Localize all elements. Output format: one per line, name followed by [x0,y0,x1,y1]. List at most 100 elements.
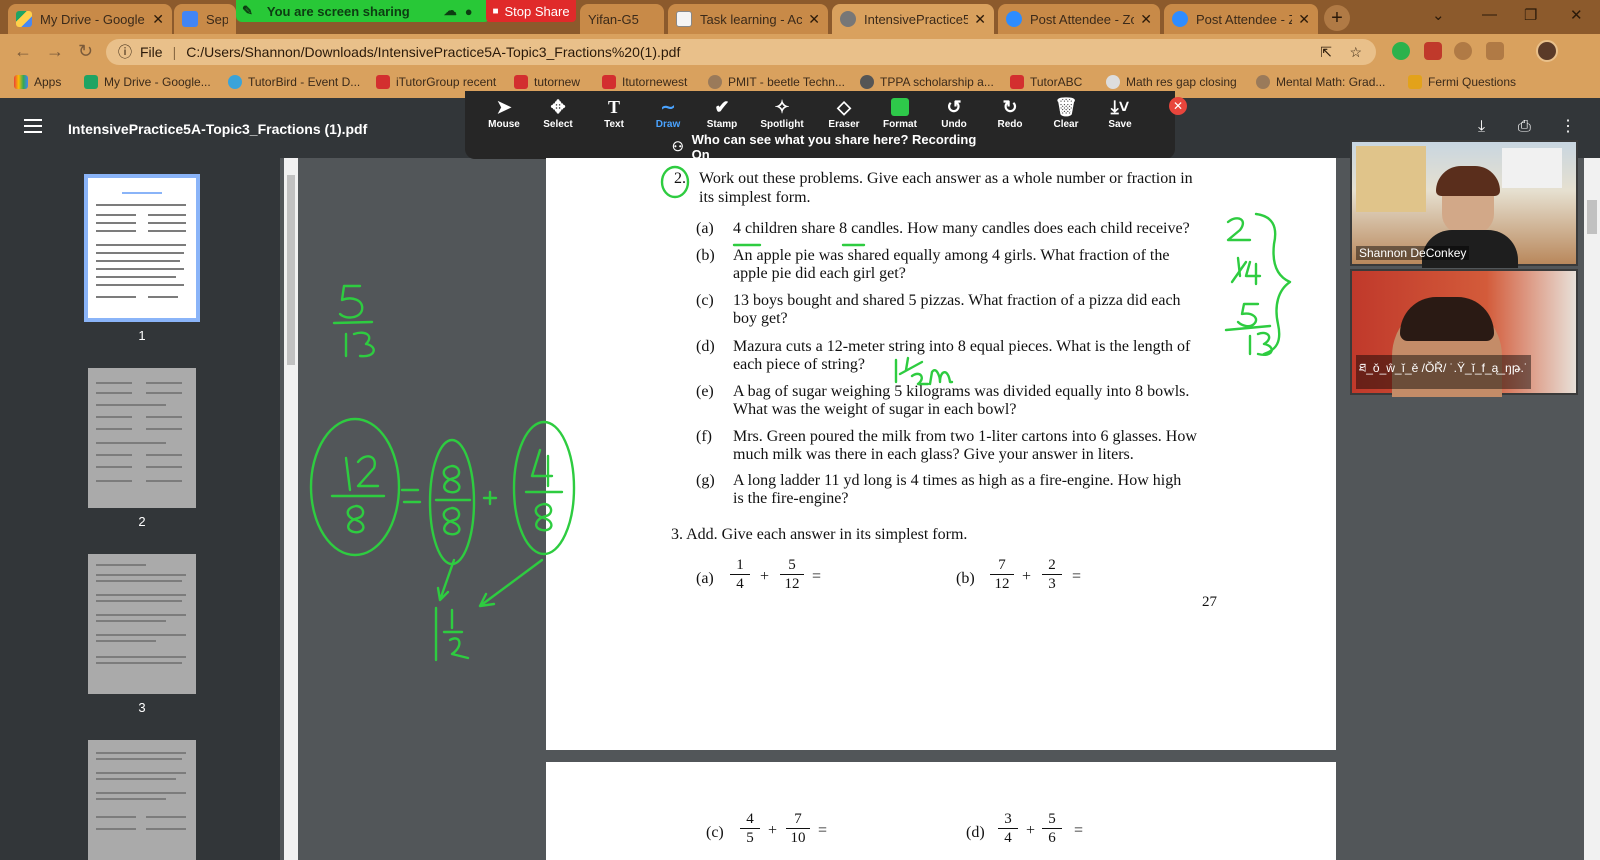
bookmark-star-icon[interactable]: ☆ [1349,44,1362,61]
tab-title: IntensivePractice5 [864,11,969,27]
restore-icon[interactable]: ❐ [1524,6,1537,24]
tool-mouse[interactable]: ➤ Mouse [477,95,531,130]
thumbnail-page-4[interactable] [88,740,196,860]
close-icon[interactable]: ✕ [974,11,986,28]
drive-icon [16,11,32,27]
close-icon[interactable]: ✕ [808,11,820,28]
minimize-icon[interactable]: — [1482,6,1497,23]
tool-select[interactable]: ✥ Select [531,95,585,130]
tool-redo[interactable]: ↻ Redo [983,95,1037,130]
bookmark-fermi[interactable]: Fermi Questions [1408,75,1516,89]
tab-title: My Drive - Google [40,11,145,27]
back-icon[interactable]: ← [14,41,32,62]
bookmark-tutorabc[interactable]: TutorABC [1010,75,1082,89]
denominator: 6 [1048,830,1056,846]
undo-icon: ↺ [946,97,962,117]
bookmark-apps[interactable]: Apps [14,75,61,89]
tool-clear[interactable]: 🗑 Clear [1039,95,1093,130]
tool-text[interactable]: T Text [587,95,641,130]
tool-spotlight[interactable]: ✧ Spotlight [755,95,809,130]
bookmark-label: TutorBird - Event D... [248,75,361,89]
bookmark-itutorgroup[interactable]: iTutorGroup recent [376,75,496,89]
new-tab-button[interactable]: + [1324,5,1350,31]
plus-sign: + [768,822,778,839]
equals-sign: = [1074,822,1084,839]
fraction: 34 [998,810,1018,847]
bookmark-tutornew[interactable]: tutornew [514,75,580,89]
tool-undo[interactable]: ↺ Undo [927,95,981,130]
address-bar[interactable]: ⓘ File | C:/Users/Shannon/Downloads/Inte… [106,39,1376,65]
item-text: Mrs. Green poured the milk from two 1-li… [733,428,1197,445]
question-text: its simplest form. [699,189,811,206]
tab-task-learning[interactable]: Task learning - Aca ✕ [668,4,828,34]
numerator: 5 [788,557,796,573]
drag-handle-icon[interactable]: ✎ [242,3,253,19]
ink-fraction-bar [332,320,374,325]
bookmark-my-drive[interactable]: My Drive - Google... [84,75,211,89]
print-icon[interactable]: ⎙ [1518,118,1531,136]
bookmark-tppa[interactable]: TPPA scholarship a... [860,75,994,89]
share-icon[interactable]: ⇱ [1320,44,1332,61]
download-icon[interactable]: ⤓ [1478,118,1485,136]
video-tile-host[interactable]: Shannon DeConkey [1350,140,1578,268]
ink-arrow [436,558,456,602]
ink-plus [482,490,498,506]
thumbnail-page-1[interactable] [84,174,200,322]
item-text: 13 boys bought and shared 5 pizzas. What… [733,292,1181,309]
main-scrollbar[interactable] [1584,158,1600,860]
tab-post-attendee-1[interactable]: Post Attendee - Zo ✕ [998,4,1160,34]
puzzle-icon[interactable] [1486,42,1504,60]
globe-icon [1106,75,1120,89]
cloud-icon: ☁ [443,3,457,18]
ublock-icon[interactable] [1424,42,1442,60]
tool-stamp[interactable]: ✔ Stamp [695,95,749,130]
ink-digit-8 [442,464,461,494]
tool-label: Select [543,119,573,130]
tool-save[interactable]: ⤓˅ Save [1093,95,1147,130]
more-options-icon[interactable]: ⋮ [1560,116,1576,136]
close-icon[interactable]: ✕ [1140,11,1152,28]
info-icon[interactable]: ⓘ [118,42,132,62]
recording-notice[interactable]: ⚇ Who can see what you share here? Recor… [664,132,996,162]
tab-intensive-practice[interactable]: IntensivePractice5 ✕ [832,4,994,34]
close-annotation-icon[interactable]: ✕ [1169,97,1187,115]
thumbnail-page-2[interactable] [88,368,196,508]
tab-sept[interactable]: Sept [174,4,236,34]
tool-format[interactable]: Format [873,95,927,130]
tool-draw[interactable]: ∼ Draw [641,95,695,130]
tab-my-drive[interactable]: My Drive - Google ✕ [8,4,172,34]
forward-icon[interactable]: → [46,41,64,62]
item-text: each piece of string? [733,356,865,373]
menu-icon[interactable] [24,119,42,133]
bookmark-mental-math[interactable]: Mental Math: Grad... [1256,75,1385,89]
tool-eraser[interactable]: ◇ Eraser [817,95,871,130]
close-icon[interactable]: ✕ [1298,11,1310,28]
bookmark-label: Math res gap closing [1126,75,1237,89]
tab-post-attendee-2[interactable]: Post Attendee - Zo ✕ [1164,4,1318,34]
profile-avatar[interactable] [1536,40,1558,62]
extension-icon[interactable] [1392,42,1410,60]
close-icon[interactable]: ✕ [152,11,164,28]
check-icon: ✔ [714,97,730,117]
bookmark-math-res[interactable]: Math res gap closing [1106,75,1237,89]
tab-yifan[interactable]: Yifan-G5 [580,4,664,34]
window-close-icon[interactable]: ✕ [1570,6,1583,24]
tool-label: Undo [941,119,967,130]
main-scrollbar-thumb[interactable] [1587,200,1597,234]
reload-icon[interactable]: ↻ [78,41,93,62]
bookmark-pmit[interactable]: PMIT - beetle Techn... [708,75,845,89]
stop-share-button[interactable]: ■ Stop Share [486,0,576,22]
spotlight-icon: ✧ [774,97,790,117]
globe-icon [708,75,722,89]
bookmark-label: tutornew [534,75,581,89]
tab-title: Post Attendee - Zo [1030,11,1135,27]
video-tile-attendee[interactable]: ཐ_ǒ_ŵ_ĭ_ě /ŎŘ/ ˙.Ÿ_ĭ_f_ą_ŋթ.˙ [1350,269,1578,397]
extension-icon[interactable] [1454,42,1472,60]
tab-search-icon[interactable]: ⌄ [1432,6,1445,24]
bookmark-itutornewest[interactable]: Itutornewest [602,75,687,89]
thumbnail-page-3[interactable] [88,554,196,694]
bookmark-tutorbird[interactable]: TutorBird - Event D... [228,75,360,89]
item-label: (b) [956,570,975,587]
denominator: 5 [746,830,754,846]
sidebar-scrollbar-thumb[interactable] [287,175,295,365]
